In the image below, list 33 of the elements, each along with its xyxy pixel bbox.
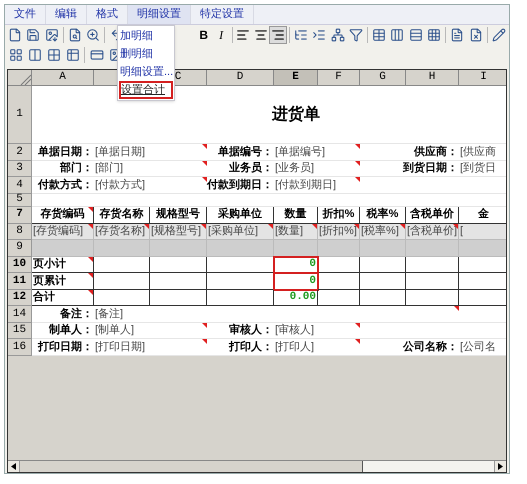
field-label: 到货日期：: [403, 160, 458, 176]
field-label: 制单人：: [49, 322, 93, 338]
field-label: 付款方式：: [38, 178, 93, 192]
template-field: [公司名: [459, 339, 506, 356]
field-label: 公司名称：: [403, 340, 458, 354]
field-label: 供应商：: [414, 144, 458, 160]
total-value: 0.00: [290, 290, 316, 305]
total-label: 合计: [33, 290, 55, 305]
column-heading: 含税单价: [410, 206, 454, 222]
column-heading: 金: [478, 206, 489, 222]
total-value: 0: [309, 274, 316, 288]
field-label: 单据编号：: [218, 144, 273, 160]
column-heading: 税率%: [366, 206, 398, 222]
field-label: 部门：: [60, 160, 93, 176]
field-label: 备注：: [60, 306, 93, 322]
field-label: 业务员：: [229, 160, 273, 176]
template-field: [打印人]: [274, 339, 360, 356]
column-heading: 规格型号: [156, 206, 200, 222]
column-heading: 采购单位: [218, 206, 262, 222]
total-value: 0: [309, 257, 316, 272]
column-heading: 折扣%: [322, 206, 354, 222]
field-label: 打印日期：: [38, 340, 93, 354]
field-label: 打印人：: [229, 340, 273, 354]
total-label: 页小计: [33, 256, 66, 272]
field-label: 单据日期：: [38, 144, 93, 160]
column-heading: 数量: [284, 207, 306, 222]
report-title: 进货单: [272, 104, 320, 124]
column-heading: 存货名称: [100, 206, 144, 222]
template-field: [打印日期]: [94, 339, 207, 356]
field-label: 审核人：: [229, 322, 273, 338]
field-label: 付款到期日：: [207, 178, 273, 192]
total-label: 页累计: [33, 274, 66, 288]
column-heading: 存货编码: [40, 206, 84, 222]
